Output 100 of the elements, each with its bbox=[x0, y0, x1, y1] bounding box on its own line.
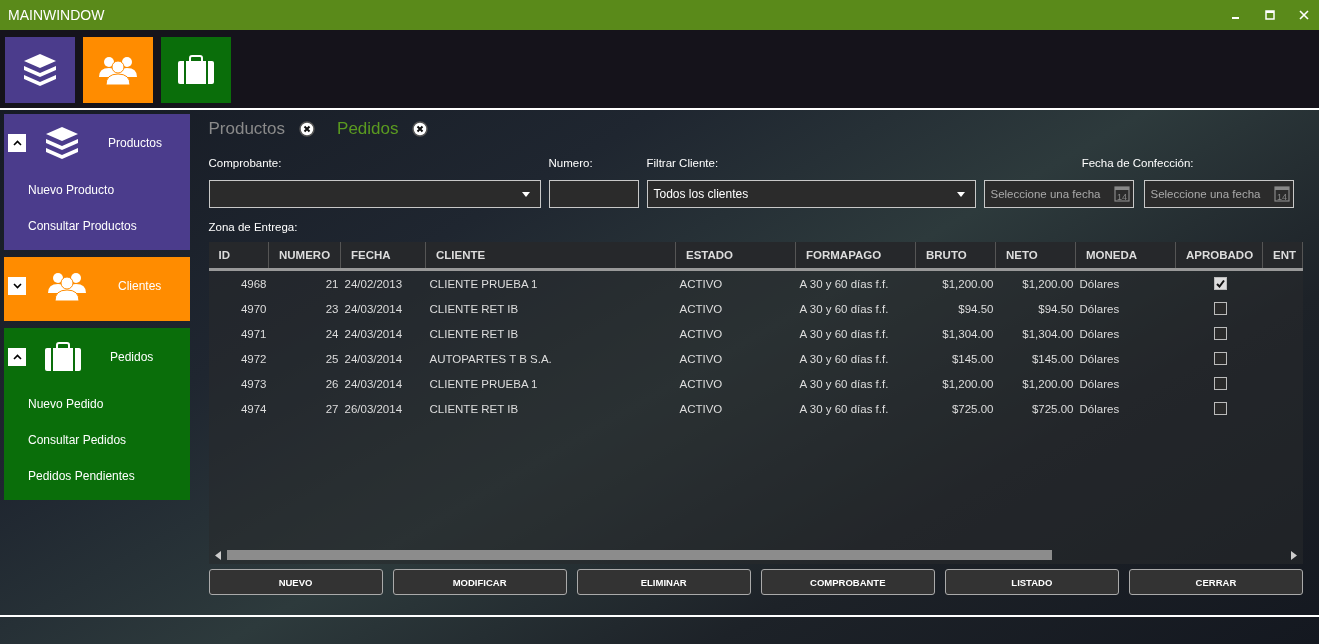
maximize-icon[interactable] bbox=[1265, 10, 1275, 20]
expand-toggle[interactable] bbox=[8, 134, 26, 152]
column-header[interactable]: FECHA bbox=[340, 242, 426, 270]
table-cell-text: Dólares bbox=[1078, 351, 1121, 367]
checkbox[interactable] bbox=[1213, 327, 1227, 341]
table-cell-text: $145.00 bbox=[950, 351, 995, 367]
scroll-right-icon[interactable] bbox=[1291, 550, 1297, 560]
table-cell-text: $94.50 bbox=[1037, 301, 1075, 317]
table-cell: CLIENTE PRUEBA 1 bbox=[425, 269, 676, 296]
field-label: Comprobante: bbox=[208, 156, 283, 171]
table-cell-text: 24/03/2014 bbox=[343, 351, 404, 367]
close-tab-icon[interactable] bbox=[412, 121, 429, 137]
scrollbar-thumb[interactable] bbox=[226, 550, 1053, 560]
table-cell-text: 4972 bbox=[239, 351, 268, 367]
table-cell-text: Dólares bbox=[1078, 376, 1121, 392]
sidebar-item[interactable]: Consultar Productos bbox=[4, 208, 190, 244]
table-cell-text: 4970 bbox=[239, 301, 268, 317]
table-cell-text: A 30 y 60 días f.f. bbox=[798, 401, 890, 417]
close-tab-icon[interactable] bbox=[299, 121, 316, 137]
table-cell-text: ACTIVO bbox=[678, 401, 724, 417]
section-title[interactable]: Pedidos bbox=[110, 350, 154, 364]
calendar-icon[interactable]: 14 bbox=[1273, 185, 1290, 202]
checkbox[interactable] bbox=[1213, 377, 1227, 391]
table-cell-text: $94.50 bbox=[957, 301, 995, 317]
table-cell-text: CLIENTE RET IB bbox=[428, 326, 520, 342]
table-cell-text: 24/03/2014 bbox=[343, 301, 404, 317]
action-button[interactable]: COMPROBANTE bbox=[760, 569, 935, 595]
action-button[interactable]: ELIMINAR bbox=[576, 569, 751, 595]
table-cell-text: 4974 bbox=[239, 401, 268, 417]
action-button[interactable]: CERRAR bbox=[1128, 569, 1303, 595]
chevron-up-icon bbox=[12, 354, 22, 360]
action-button[interactable]: MODIFICAR bbox=[392, 569, 567, 595]
tab[interactable]: Productos bbox=[208, 119, 286, 139]
table-cell-text: 24/03/2014 bbox=[343, 376, 404, 392]
dropdown-caret-icon bbox=[521, 191, 530, 197]
table-cell-text: CLIENTE PRUEBA 1 bbox=[428, 376, 539, 392]
table-cell: ACTIVO bbox=[675, 269, 796, 296]
table-cell-text: 4971 bbox=[239, 326, 268, 342]
table-cell-text: Dólares bbox=[1078, 301, 1121, 317]
app-tile[interactable] bbox=[161, 37, 231, 103]
table-cell-text: AUTOPARTES T B S.A. bbox=[428, 351, 553, 367]
column-header[interactable]: NETO bbox=[995, 242, 1076, 270]
expand-toggle[interactable] bbox=[8, 277, 26, 295]
close-icon[interactable] bbox=[1299, 10, 1309, 20]
column-header[interactable]: APROBADO bbox=[1175, 242, 1263, 270]
numero-field[interactable] bbox=[548, 180, 639, 208]
dropdown-caret-icon bbox=[956, 191, 965, 197]
section-title[interactable]: Productos bbox=[108, 136, 163, 150]
table-cell-text: CLIENTE RET IB bbox=[428, 301, 520, 317]
field-label: Zona de Entrega: bbox=[208, 220, 299, 235]
column-header[interactable]: NUMERO bbox=[268, 242, 341, 270]
table-cell-text: $145.00 bbox=[1030, 351, 1075, 367]
checkbox[interactable] bbox=[1213, 402, 1227, 416]
table-cell: $1,200.00 bbox=[915, 269, 996, 296]
table-cell-text: 24/03/2014 bbox=[343, 326, 404, 342]
action-button[interactable]: LISTADO bbox=[944, 569, 1119, 595]
table-cell-text: ACTIVO bbox=[678, 351, 724, 367]
column-header[interactable]: ESTADO bbox=[675, 242, 796, 270]
column-header[interactable]: MONEDA bbox=[1075, 242, 1176, 270]
comprobante-dropdown[interactable] bbox=[208, 180, 541, 208]
table-cell: 4968 bbox=[208, 269, 269, 296]
table-cell: 24/02/2013 bbox=[340, 269, 426, 296]
app-tile[interactable] bbox=[83, 37, 153, 103]
column-header[interactable]: ID bbox=[208, 242, 269, 270]
action-button[interactable]: NUEVO bbox=[208, 569, 383, 595]
table-cell-text: 4973 bbox=[239, 376, 268, 392]
table-cell: A 30 y 60 días f.f. bbox=[795, 269, 916, 296]
expand-toggle[interactable] bbox=[8, 348, 26, 366]
column-header[interactable]: CLIENTE bbox=[425, 242, 676, 270]
sidebar-item[interactable]: Nuevo Producto bbox=[4, 172, 190, 208]
app-tile[interactable] bbox=[5, 37, 75, 103]
layers-icon bbox=[22, 52, 58, 88]
window-title: MAINWINDOW bbox=[8, 7, 105, 23]
checkbox[interactable] bbox=[1213, 302, 1227, 316]
tab[interactable]: Pedidos bbox=[337, 119, 399, 139]
checkbox[interactable] bbox=[1213, 277, 1227, 291]
table-cell-text: A 30 y 60 días f.f. bbox=[798, 326, 890, 342]
table-cell-text: ACTIVO bbox=[678, 301, 724, 317]
client-filter-dropdown[interactable]: Todos los clientes bbox=[646, 180, 976, 208]
sidebar-item[interactable]: Nuevo Pedido bbox=[4, 386, 190, 422]
chevron-up-icon bbox=[12, 140, 22, 146]
table-cell-text: $1,304.00 bbox=[1021, 326, 1075, 342]
calendar-icon[interactable]: 14 bbox=[1113, 185, 1130, 202]
table-cell-text: $725.00 bbox=[1030, 401, 1075, 417]
column-header[interactable]: FORMAPAGO bbox=[795, 242, 916, 270]
checkbox[interactable] bbox=[1213, 352, 1227, 366]
column-header[interactable]: BRUTO bbox=[915, 242, 996, 270]
table-cell-text: 25 bbox=[324, 351, 340, 367]
table-cell-text: A 30 y 60 días f.f. bbox=[798, 376, 890, 392]
column-header[interactable]: ENT bbox=[1262, 242, 1303, 270]
table-cell-text: A 30 y 60 días f.f. bbox=[798, 351, 890, 367]
sidebar-item[interactable]: Pedidos Pendientes bbox=[4, 458, 190, 494]
field-label: Fecha de Confección: bbox=[1080, 156, 1195, 171]
briefcase-icon bbox=[44, 342, 82, 372]
sidebar-item[interactable]: Consultar Pedidos bbox=[4, 422, 190, 458]
table-cell: 21 bbox=[268, 269, 341, 296]
table-cell-text: A 30 y 60 días f.f. bbox=[798, 301, 890, 317]
scroll-left-icon[interactable] bbox=[214, 550, 221, 560]
table-cell-text: Dólares bbox=[1078, 326, 1121, 342]
field-label: Numero: bbox=[548, 156, 594, 171]
